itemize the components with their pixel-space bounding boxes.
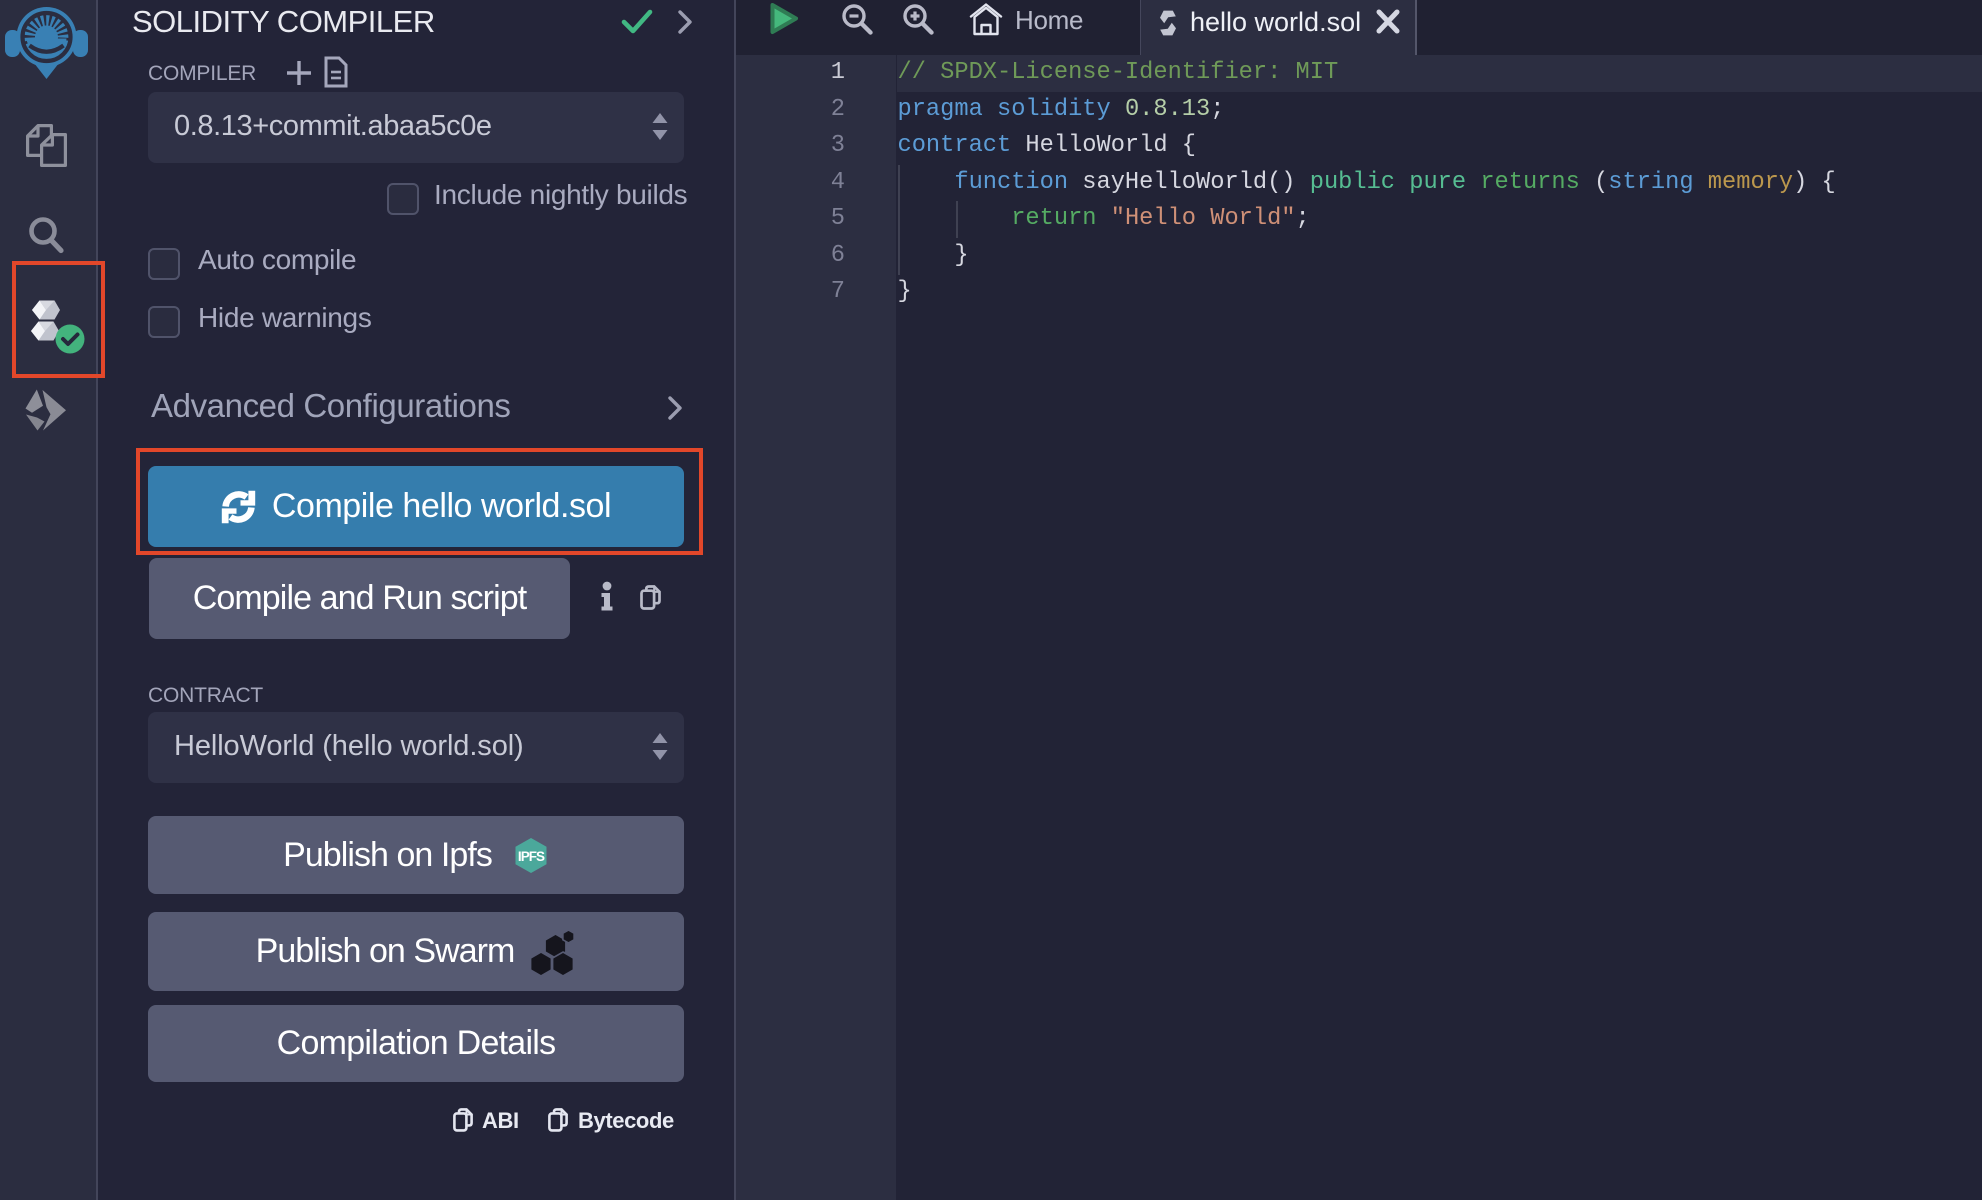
svg-text:IPFS: IPFS: [518, 849, 545, 864]
